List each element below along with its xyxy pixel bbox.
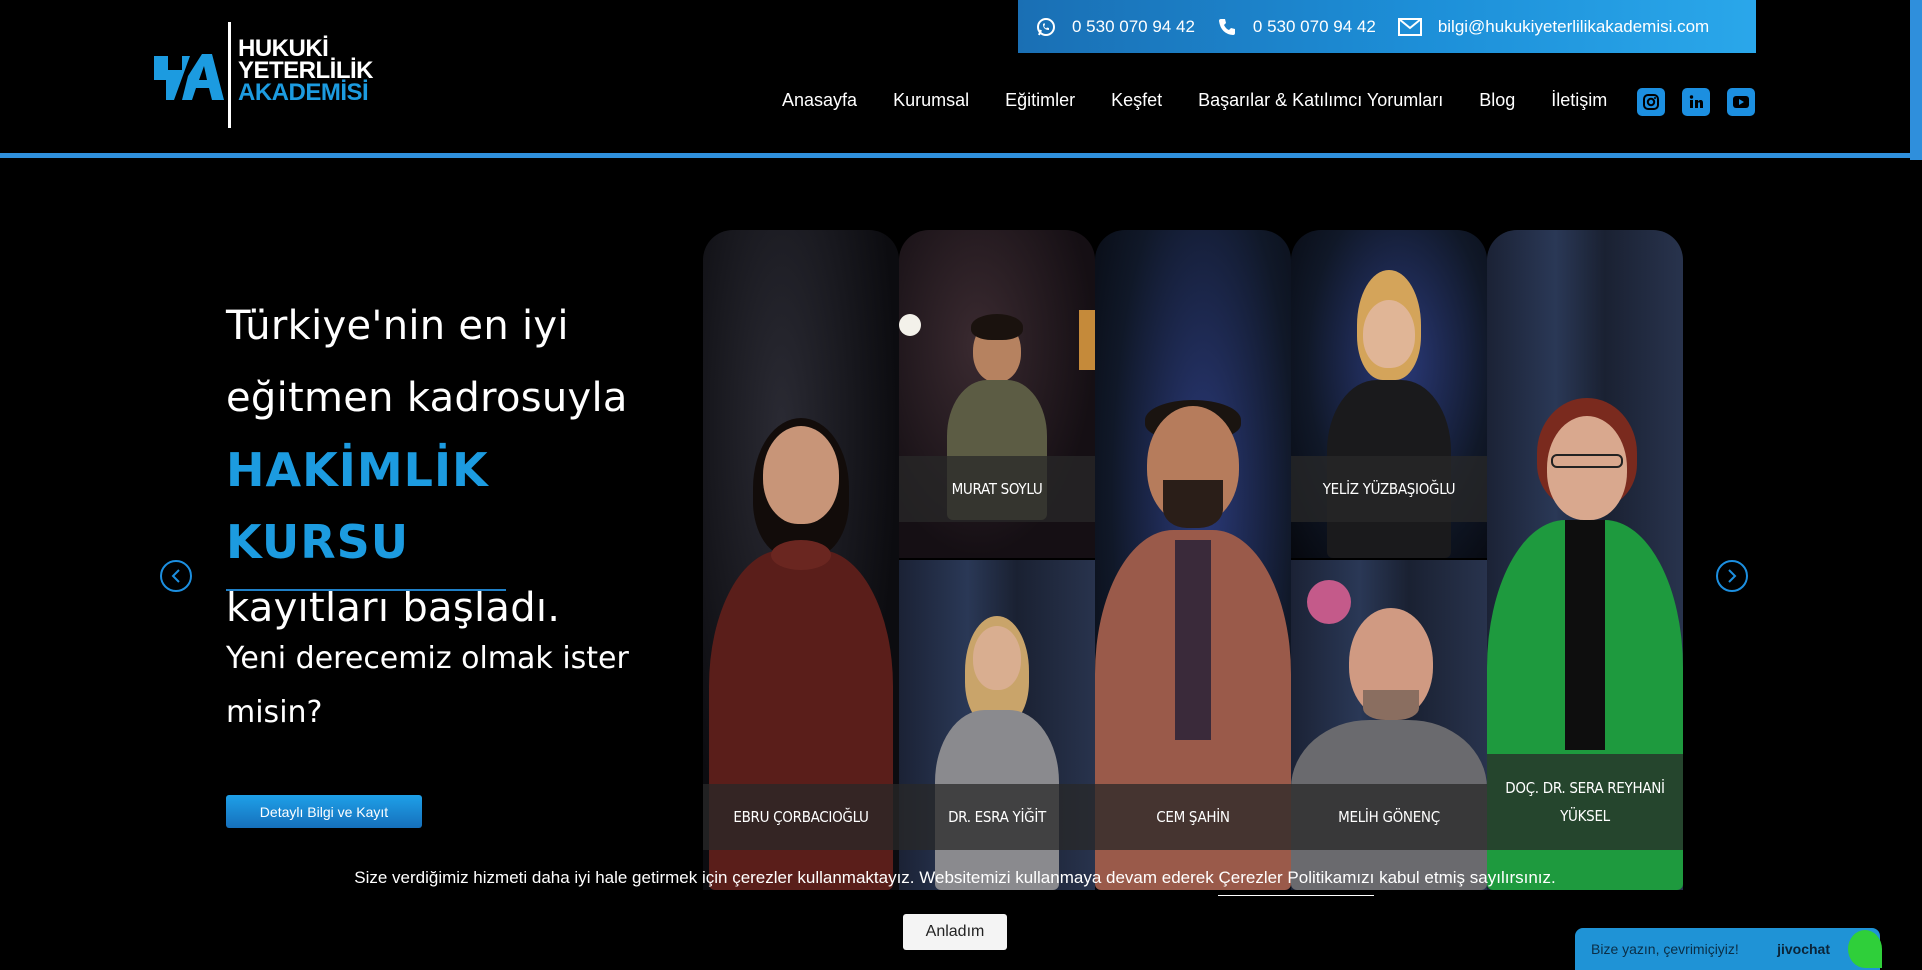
instructor-card-esra: DR. ESRA YİĞİT <box>899 560 1095 890</box>
nav-anasayfa[interactable]: Anasayfa <box>782 90 857 111</box>
phone-contact[interactable]: 0 530 070 94 42 <box>1217 17 1376 37</box>
mail-icon <box>1397 17 1422 36</box>
logo-wordmark: HUKUKİ YETERLİLİK AKADEMİSİ <box>238 37 374 106</box>
nav-kesfet[interactable]: Keşfet <box>1111 90 1162 111</box>
instructor-name: DOÇ. DR. SERA REYHANİ YÜKSEL <box>1505 779 1665 825</box>
instructor-column-4: YELİZ YÜZBAŞIOĞLU MELİH GÖNENÇ <box>1291 230 1487 890</box>
email-contact[interactable]: bilgi@hukukiyeterlilikakademisi.com <box>1397 16 1710 37</box>
chat-status-icon <box>1848 930 1882 968</box>
linkedin-icon <box>1689 95 1703 108</box>
instructor-name-tag: DR. ESRA YİĞİT <box>899 784 1095 850</box>
instructor-card-cem: CEM ŞAHİN <box>1095 230 1291 890</box>
instructor-card-murat: MURAT SOYLU <box>899 230 1095 558</box>
chat-brand: jivochat <box>1777 941 1830 957</box>
instructor-name: CEM ŞAHİN <box>1156 808 1230 826</box>
youtube-button[interactable] <box>1727 88 1755 116</box>
instructor-name-tag: YELİZ YÜZBAŞIOĞLU <box>1291 456 1487 522</box>
nav-basarilar[interactable]: Başarılar & Katılımcı Yorumları <box>1198 90 1443 111</box>
cookie-text-after: kabul etmiş sayılırsınız. <box>1374 868 1556 887</box>
instructor-card-ebru: EBRU ÇORBACIOĞLU <box>703 230 899 890</box>
cookie-notice: Size verdiğimiz hizmeti daha iyi hale ge… <box>0 868 1910 896</box>
instagram-icon <box>1643 94 1659 110</box>
instructor-name: MURAT SOYLU <box>951 480 1043 498</box>
whatsapp-contact[interactable]: 0 530 070 94 42 <box>1036 17 1195 37</box>
slider-prev-button[interactable] <box>160 560 192 592</box>
hero-headline: Türkiye'nin en iyi eğitmen kadrosuyla HA… <box>226 290 666 638</box>
youtube-icon <box>1733 96 1749 108</box>
linkedin-button[interactable] <box>1682 88 1710 116</box>
whatsapp-number: 0 530 070 94 42 <box>1072 16 1195 36</box>
logo-mark-icon <box>154 54 224 100</box>
instructor-card-yeliz: YELİZ YÜZBAŞIOĞLU <box>1291 230 1487 558</box>
cookie-accept-button[interactable]: Anladım <box>903 914 1007 950</box>
phone-icon <box>1218 18 1235 35</box>
detail-register-button[interactable]: Detaylı Bilgi ve Kayıt <box>226 795 422 828</box>
contact-bar: 0 530 070 94 42 0 530 070 94 42 bilgi@hu… <box>1018 0 1756 53</box>
nav-egitimler[interactable]: Eğitimler <box>1005 90 1075 111</box>
hero-subtitle: Yeni derecemiz olmak ister misin? <box>226 641 629 730</box>
instructor-name: YELİZ YÜZBAŞIOĞLU <box>1322 480 1456 498</box>
instructor-name-tag: CEM ŞAHİN <box>1095 784 1291 850</box>
hero-divider <box>226 589 506 591</box>
instructor-name-tag: DOÇ. DR. SERA REYHANİ YÜKSEL <box>1487 754 1683 850</box>
cookie-policy-link[interactable]: Çerezler Politikamızı <box>1218 868 1375 896</box>
chat-prompt: Bize yazın, çevrimiçiyiz! <box>1591 941 1739 957</box>
instructor-name-tag: MURAT SOYLU <box>899 456 1095 522</box>
email-address: bilgi@hukukiyeterlilikakademisi.com <box>1437 16 1710 36</box>
chevron-left-icon <box>171 569 180 583</box>
instructor-column-2: MURAT SOYLU DR. ESRA YİĞİT <box>899 230 1095 890</box>
slider-next-button[interactable] <box>1716 560 1748 592</box>
instagram-button[interactable] <box>1637 88 1665 116</box>
header-side-strip <box>1910 0 1922 160</box>
chat-widget[interactable]: Bize yazın, çevrimiçiyiz! jivochat <box>1575 928 1882 970</box>
hero-line-1: Türkiye'nin en iyi <box>226 303 569 349</box>
hero-line-2: eğitmen kadrosuyla <box>226 375 628 421</box>
instructor-card-melih: MELİH GÖNENÇ <box>1291 560 1487 890</box>
instructor-name: MELİH GÖNENÇ <box>1338 808 1440 826</box>
nav-blog[interactable]: Blog <box>1479 90 1515 111</box>
cookie-text-before: Size verdiğimiz hizmeti daha iyi hale ge… <box>354 868 1219 887</box>
instructor-name: DR. ESRA YİĞİT <box>948 808 1046 826</box>
site-header: HUKUKİ YETERLİLİK AKADEMİSİ 0 530 070 94… <box>0 0 1922 160</box>
logo-divider <box>228 22 231 128</box>
phone-number: 0 530 070 94 42 <box>1252 16 1376 36</box>
header-accent-line <box>0 153 1910 158</box>
site-logo[interactable]: HUKUKİ YETERLİLİK AKADEMİSİ <box>152 20 374 130</box>
chevron-right-icon <box>1728 569 1737 583</box>
hero-accent: HAKİMLİK KURSU <box>226 443 489 569</box>
instructor-collage: EBRU ÇORBACIOĞLU MURAT SOYLU DR. ESRA Yİ… <box>703 230 1683 890</box>
main-nav: Anasayfa Kurumsal Eğitimler Keşfet Başar… <box>782 90 1643 111</box>
social-links <box>1637 88 1755 116</box>
logo-line-3: AKADEMİSİ <box>238 79 369 106</box>
instructor-card-sera: DOÇ. DR. SERA REYHANİ YÜKSEL <box>1487 230 1683 890</box>
instructor-name: EBRU ÇORBACIOĞLU <box>733 808 869 826</box>
hero-line-3: kayıtları başladı. <box>226 585 561 631</box>
instructor-name-tag: MELİH GÖNENÇ <box>1291 784 1487 850</box>
nav-kurumsal[interactable]: Kurumsal <box>893 90 969 111</box>
instructor-name-tag: EBRU ÇORBACIOĞLU <box>703 784 899 850</box>
whatsapp-icon <box>1037 17 1055 36</box>
nav-iletisim[interactable]: İletişim <box>1551 90 1607 111</box>
